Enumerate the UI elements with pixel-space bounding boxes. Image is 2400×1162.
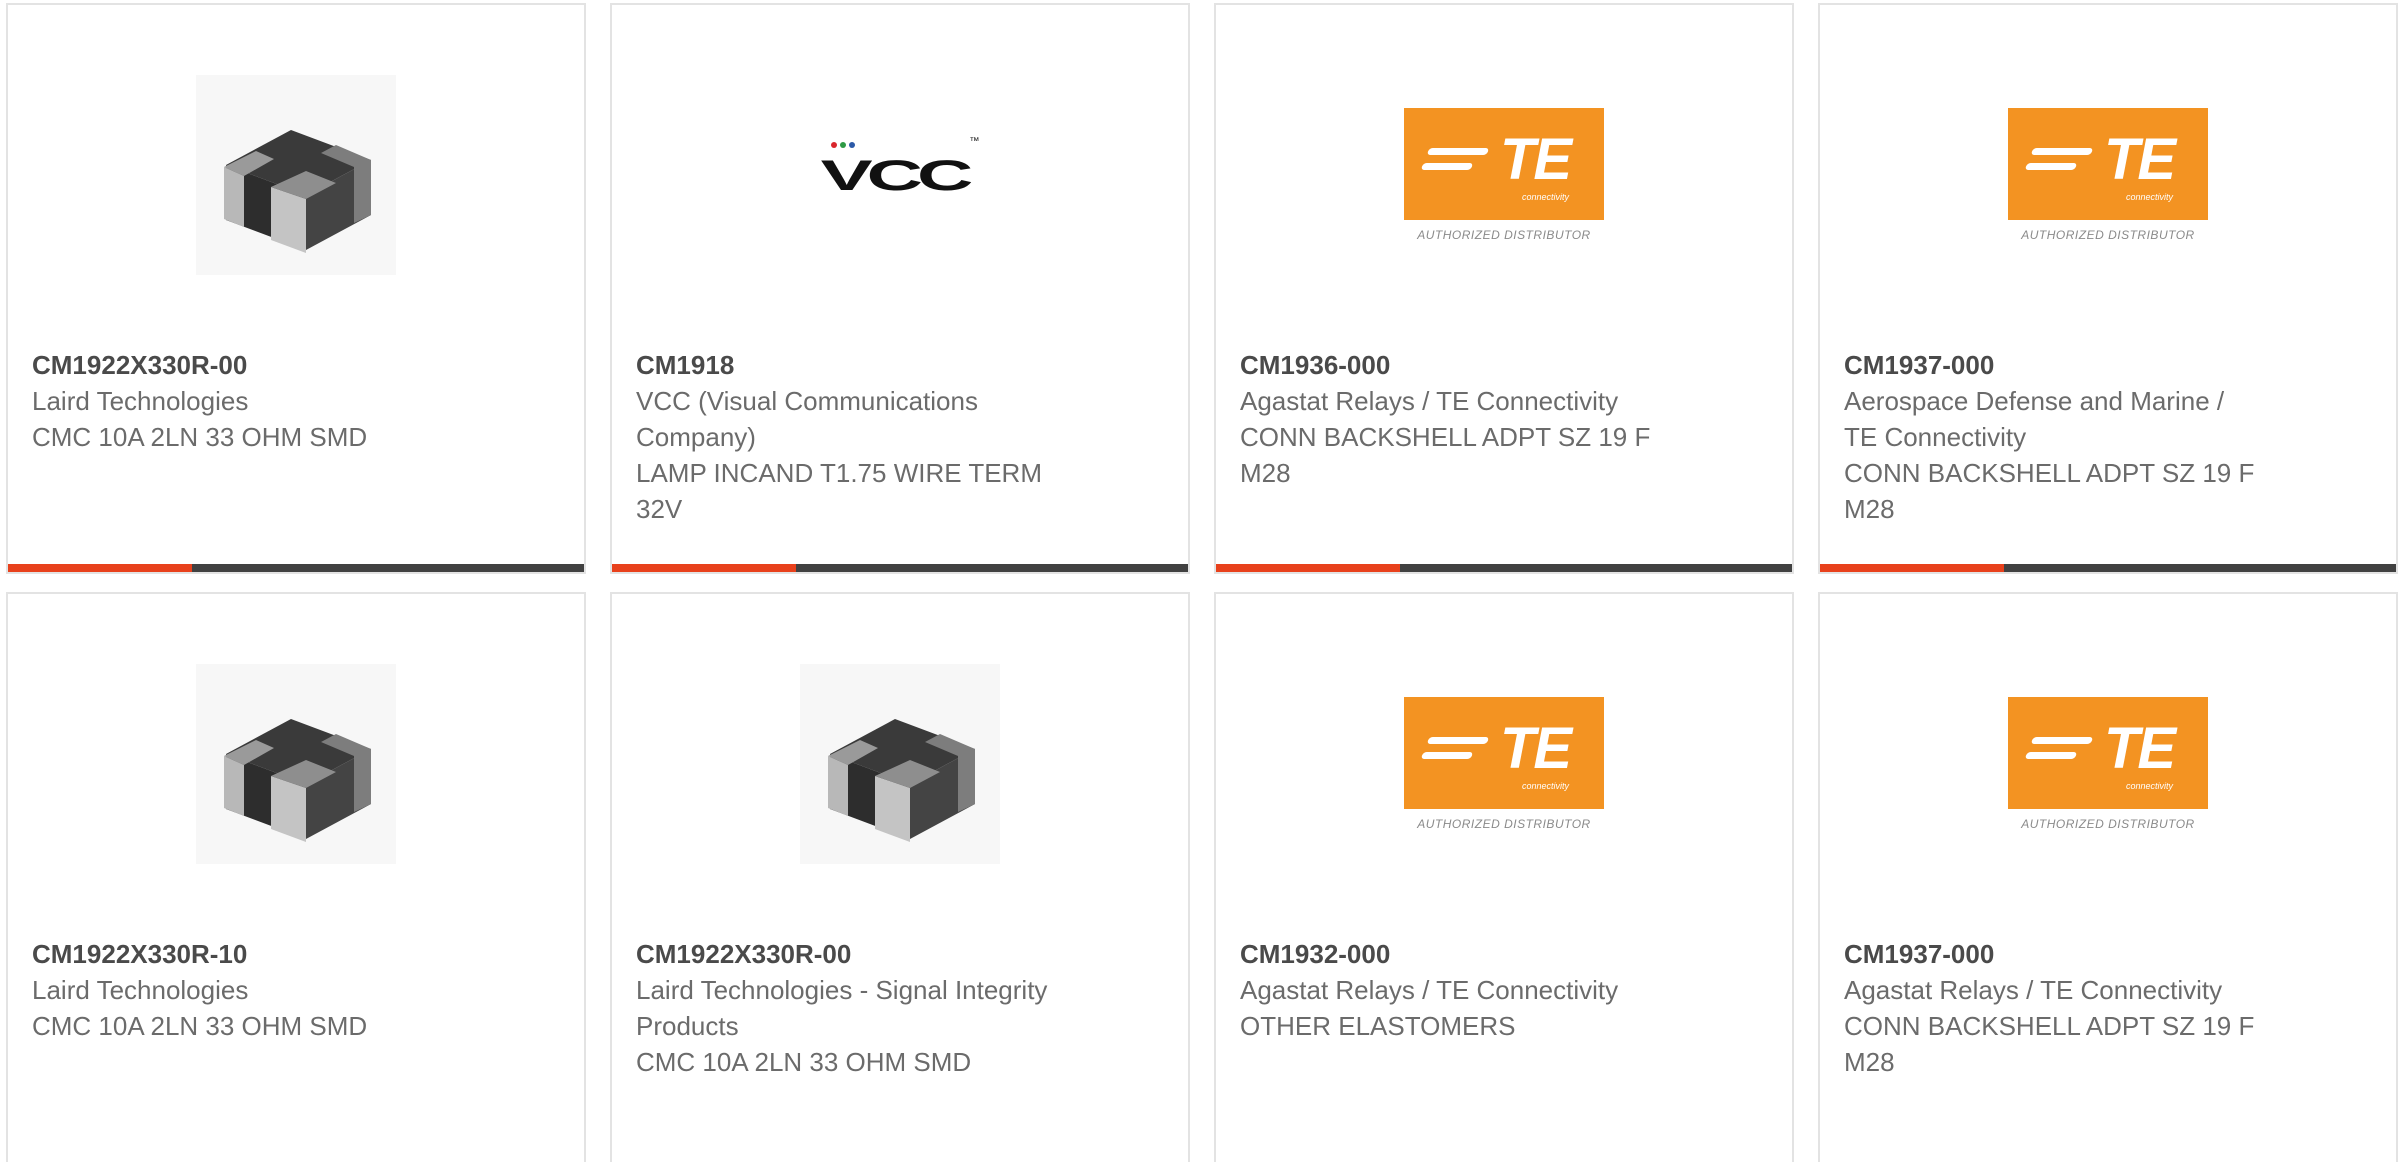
te-logo: TE connectivity AUTHORIZED DISTRIBUTOR	[2008, 697, 2208, 831]
part-number[interactable]: CM1922X330R-10	[32, 936, 452, 972]
te-authorized-distributor: AUTHORIZED DISTRIBUTOR	[2021, 228, 2195, 242]
part-number[interactable]: CM1936-000	[1240, 347, 1660, 383]
card-bottom-bar	[1820, 564, 2396, 572]
te-logo-box: TE connectivity	[2008, 108, 2208, 220]
part-number[interactable]: CM1922X330R-00	[636, 936, 1056, 972]
product-card[interactable]: TE connectivity AUTHORIZED DISTRIBUTOR C…	[1818, 592, 2398, 1162]
manufacturer: Agastat Relays / TE Connectivity	[1240, 386, 1619, 416]
manufacturer: Laird Technologies - Signal Integrity Pr…	[636, 975, 1048, 1041]
product-image[interactable]: TE connectivity AUTHORIZED DISTRIBUTOR	[1820, 65, 2396, 285]
inductor-chip-image	[800, 664, 1000, 864]
vcc-logo-tm: ™	[969, 136, 980, 147]
product-image[interactable]: TE connectivity AUTHORIZED DISTRIBUTOR	[1820, 654, 2396, 874]
te-logo-text: TE	[2104, 716, 2176, 781]
product-card[interactable]: TE connectivity AUTHORIZED DISTRIBUTOR C…	[1214, 592, 1794, 1162]
te-logo-box: TE connectivity	[2008, 697, 2208, 809]
product-image[interactable]: TE connectivity AUTHORIZED DISTRIBUTOR	[1216, 654, 1792, 874]
te-logo-stripes	[2024, 737, 2094, 767]
description: CONN BACKSHELL ADPT SZ 19 F M28	[1844, 1011, 2255, 1077]
vcc-logo-text: VCC	[820, 150, 974, 200]
product-info: CM1932-000 Agastat Relays / TE Connectiv…	[1240, 936, 1660, 1044]
product-info: CM1922X330R-00 Laird Technologies CMC 10…	[32, 347, 452, 455]
te-logo-stripes	[2024, 148, 2094, 178]
card-accent-bar	[612, 564, 796, 572]
manufacturer: Laird Technologies	[32, 975, 249, 1005]
manufacturer: Aerospace Defense and Marine / TE Connec…	[1844, 386, 2225, 452]
product-card[interactable]: CM1922X330R-10 Laird Technologies CMC 10…	[6, 592, 586, 1162]
product-image[interactable]: VCC ™	[612, 65, 1188, 285]
card-bottom-bar	[8, 564, 584, 572]
card-bottom-bar	[612, 564, 1188, 572]
product-card[interactable]: CM1922X330R-00 Laird Technologies CMC 10…	[6, 3, 586, 574]
product-info: CM1936-000 Agastat Relays / TE Connectiv…	[1240, 347, 1660, 491]
te-logo-text: TE	[1500, 127, 1572, 192]
manufacturer: Agastat Relays / TE Connectivity	[1240, 975, 1619, 1005]
product-info: CM1922X330R-10 Laird Technologies CMC 10…	[32, 936, 452, 1044]
description: CMC 10A 2LN 33 OHM SMD	[636, 1047, 972, 1077]
inductor-chip-image	[196, 75, 396, 275]
card-accent-bar	[1216, 564, 1400, 572]
product-info: CM1937-000 Aerospace Defense and Marine …	[1844, 347, 2264, 527]
part-number[interactable]: CM1932-000	[1240, 936, 1660, 972]
card-bottom-bar	[1216, 564, 1792, 572]
inductor-chip-image	[196, 664, 396, 864]
product-card[interactable]: TE connectivity AUTHORIZED DISTRIBUTOR C…	[1818, 3, 2398, 574]
description: CMC 10A 2LN 33 OHM SMD	[32, 422, 368, 452]
product-info: CM1918 VCC (Visual Communications Compan…	[636, 347, 1056, 527]
product-grid: CM1922X330R-00 Laird Technologies CMC 10…	[0, 0, 2400, 1162]
description: LAMP INCAND T1.75 WIRE TERM 32V	[636, 458, 1042, 524]
description: CMC 10A 2LN 33 OHM SMD	[32, 1011, 368, 1041]
te-logo-sub: connectivity	[1522, 192, 1570, 202]
te-logo: TE connectivity AUTHORIZED DISTRIBUTOR	[1404, 108, 1604, 242]
te-logo-stripes	[1420, 737, 1490, 767]
product-image[interactable]	[8, 654, 584, 874]
product-info: CM1937-000 Agastat Relays / TE Connectiv…	[1844, 936, 2264, 1080]
te-logo-box: TE connectivity	[1404, 108, 1604, 220]
te-logo-sub: connectivity	[2126, 781, 2174, 791]
te-authorized-distributor: AUTHORIZED DISTRIBUTOR	[2021, 817, 2195, 831]
te-logo: TE connectivity AUTHORIZED DISTRIBUTOR	[1404, 697, 1604, 831]
manufacturer: Laird Technologies	[32, 386, 249, 416]
te-logo-box: TE connectivity	[1404, 697, 1604, 809]
description: OTHER ELASTOMERS	[1240, 1011, 1516, 1041]
product-image[interactable]: TE connectivity AUTHORIZED DISTRIBUTOR	[1216, 65, 1792, 285]
manufacturer: Agastat Relays / TE Connectivity	[1844, 975, 2223, 1005]
part-number[interactable]: CM1922X330R-00	[32, 347, 452, 383]
te-logo-sub: connectivity	[2126, 192, 2174, 202]
description: CONN BACKSHELL ADPT SZ 19 F M28	[1844, 458, 2255, 524]
te-logo: TE connectivity AUTHORIZED DISTRIBUTOR	[2008, 108, 2208, 242]
product-image[interactable]	[612, 654, 1188, 874]
te-logo-stripes	[1420, 148, 1490, 178]
te-logo-sub: connectivity	[1522, 781, 1570, 791]
manufacturer: VCC (Visual Communications Company)	[636, 386, 978, 452]
product-card[interactable]: VCC ™ CM1918 VCC (Visual Communications …	[610, 3, 1190, 574]
vcc-logo-dots	[830, 142, 855, 148]
part-number[interactable]: CM1918	[636, 347, 1056, 383]
product-image[interactable]	[8, 65, 584, 285]
te-authorized-distributor: AUTHORIZED DISTRIBUTOR	[1417, 228, 1591, 242]
card-accent-bar	[1820, 564, 2004, 572]
part-number[interactable]: CM1937-000	[1844, 936, 2264, 972]
description: CONN BACKSHELL ADPT SZ 19 F M28	[1240, 422, 1651, 488]
card-accent-bar	[8, 564, 192, 572]
te-logo-text: TE	[1500, 716, 1572, 781]
product-info: CM1922X330R-00 Laird Technologies - Sign…	[636, 936, 1056, 1080]
product-card[interactable]: CM1922X330R-00 Laird Technologies - Sign…	[610, 592, 1190, 1162]
te-logo-text: TE	[2104, 127, 2176, 192]
part-number[interactable]: CM1937-000	[1844, 347, 2264, 383]
vcc-logo: VCC ™	[821, 136, 980, 214]
product-card[interactable]: TE connectivity AUTHORIZED DISTRIBUTOR C…	[1214, 3, 1794, 574]
te-authorized-distributor: AUTHORIZED DISTRIBUTOR	[1417, 817, 1591, 831]
